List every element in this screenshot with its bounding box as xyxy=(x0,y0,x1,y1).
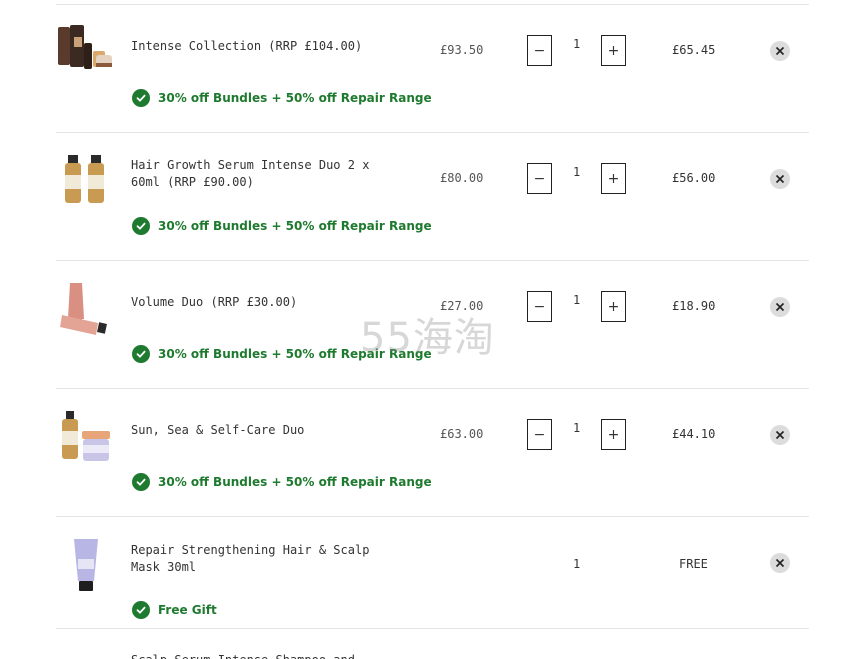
unit-price: £93.50 xyxy=(440,43,484,57)
minus-icon: − xyxy=(533,426,546,443)
cart-item: Sun, Sea & Self-Care Duo 30% off Bundles… xyxy=(56,389,809,516)
product-name[interactable]: Repair Strengthening Hair & Scalp Mask 3… xyxy=(131,542,391,576)
promo-text: Free Gift xyxy=(158,603,217,617)
mask-tube-image xyxy=(74,539,98,591)
minus-icon: − xyxy=(533,42,546,59)
promo-label: 30% off Bundles + 50% off Repair Range xyxy=(132,89,432,107)
check-icon xyxy=(132,217,150,235)
line-total: FREE xyxy=(679,557,708,571)
minus-icon: − xyxy=(533,298,546,315)
serum-bottles-image xyxy=(65,155,104,203)
remove-item-button[interactable] xyxy=(770,169,790,189)
increase-quantity-button[interactable]: + xyxy=(601,35,626,66)
close-icon xyxy=(775,430,785,440)
check-icon xyxy=(132,345,150,363)
decrease-quantity-button[interactable]: − xyxy=(527,419,552,450)
product-name[interactable]: Volume Duo (RRP £30.00) xyxy=(131,294,391,311)
cart-item: Hair Growth Serum Intense Duo 2 x 60ml (… xyxy=(56,133,809,260)
check-icon xyxy=(132,601,150,619)
watermark-logo: 55海淘 xyxy=(360,315,495,361)
plus-icon: + xyxy=(607,298,620,315)
increase-quantity-button[interactable]: + xyxy=(601,419,626,450)
unit-price: £80.00 xyxy=(440,171,484,185)
close-icon xyxy=(775,302,785,312)
increase-quantity-button[interactable]: + xyxy=(601,163,626,194)
hair-care-collection-image xyxy=(58,25,112,69)
quantity-value[interactable]: 1 xyxy=(573,165,580,179)
remove-item-button[interactable] xyxy=(770,41,790,61)
check-icon xyxy=(132,89,150,107)
decrease-quantity-button[interactable]: − xyxy=(527,163,552,194)
divider xyxy=(56,628,809,629)
line-total: £56.00 xyxy=(672,171,716,185)
promo-text: 30% off Bundles + 50% off Repair Range xyxy=(158,475,432,489)
cart-item: Repair Strengthening Hair & Scalp Mask 3… xyxy=(56,517,809,628)
check-icon xyxy=(132,473,150,491)
promo-text: 30% off Bundles + 50% off Repair Range xyxy=(158,91,432,105)
quantity-value: 1 xyxy=(573,557,581,571)
minus-icon: − xyxy=(533,170,546,187)
promo-label: Free Gift xyxy=(132,601,217,619)
remove-item-button[interactable] xyxy=(770,297,790,317)
quantity-value[interactable]: 1 xyxy=(573,421,580,435)
product-name-partial[interactable]: Scalp Serum Intense Shampoo and xyxy=(131,652,391,659)
plus-icon: + xyxy=(607,426,620,443)
decrease-quantity-button[interactable]: − xyxy=(527,35,552,66)
remove-item-button[interactable] xyxy=(770,425,790,445)
close-icon xyxy=(775,174,785,184)
unit-price: £63.00 xyxy=(440,427,484,441)
increase-quantity-button[interactable]: + xyxy=(601,291,626,322)
cart-item: Intense Collection (RRP £104.00) 30% off… xyxy=(56,5,809,132)
bottle-and-jar-image xyxy=(62,411,110,461)
plus-icon: + xyxy=(607,42,620,59)
quantity-value[interactable]: 1 xyxy=(573,37,580,51)
close-icon xyxy=(775,46,785,56)
product-name[interactable]: Sun, Sea & Self-Care Duo xyxy=(131,422,391,439)
remove-item-button[interactable] xyxy=(770,553,790,573)
promo-text: 30% off Bundles + 50% off Repair Range xyxy=(158,219,432,233)
decrease-quantity-button[interactable]: − xyxy=(527,291,552,322)
product-name[interactable]: Hair Growth Serum Intense Duo 2 x 60ml (… xyxy=(131,157,391,191)
line-total: £65.45 xyxy=(672,43,716,57)
line-total: £44.10 xyxy=(672,427,716,441)
promo-label: 30% off Bundles + 50% off Repair Range xyxy=(132,217,432,235)
close-icon xyxy=(775,558,785,568)
line-total: £18.90 xyxy=(672,299,716,313)
product-name[interactable]: Intense Collection (RRP £104.00) xyxy=(131,38,391,55)
plus-icon: + xyxy=(607,170,620,187)
volume-tubes-image xyxy=(60,283,107,335)
promo-label: 30% off Bundles + 50% off Repair Range xyxy=(132,473,432,491)
quantity-value[interactable]: 1 xyxy=(573,293,580,307)
